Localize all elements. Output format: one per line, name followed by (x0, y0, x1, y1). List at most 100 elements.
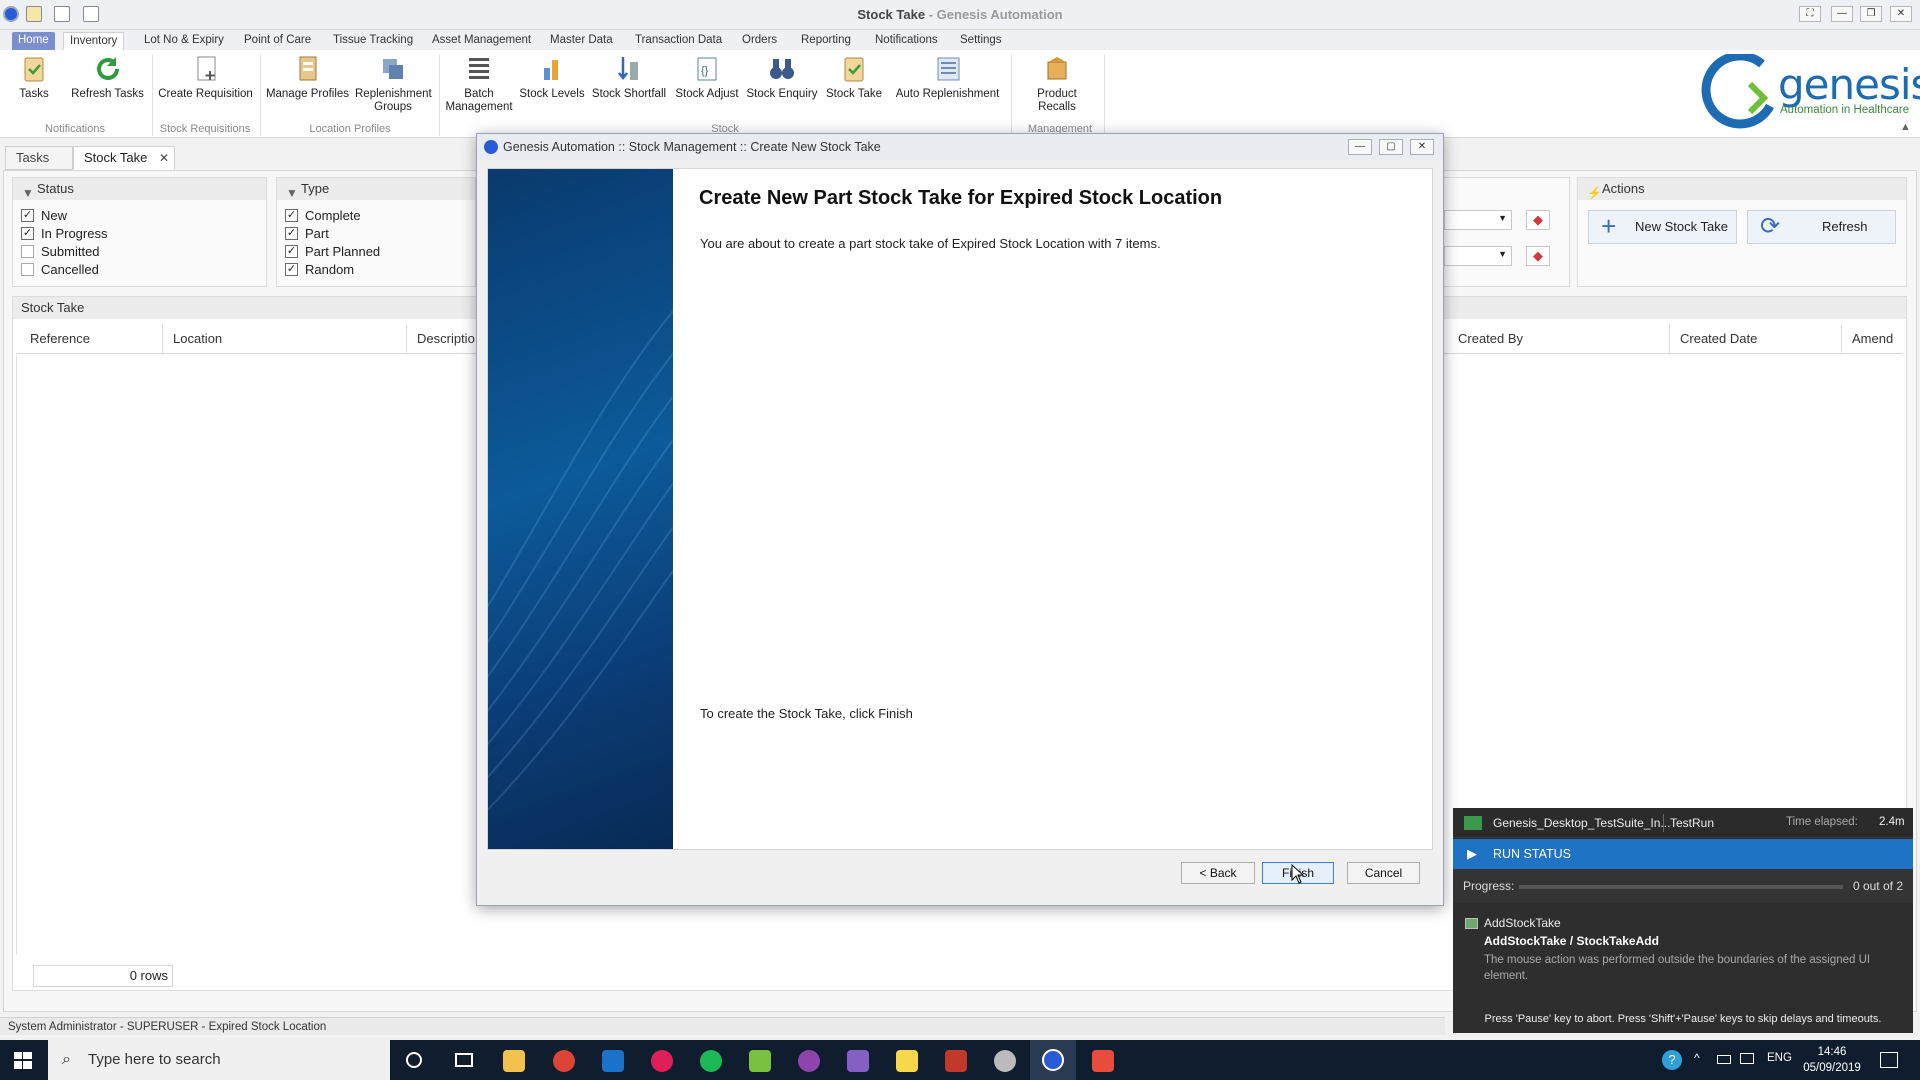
filter-dropdown-1[interactable]: ▼ (1444, 210, 1512, 230)
type-checkbox-random[interactable]: ✓ Random (285, 262, 354, 278)
sticky-notes-icon[interactable] (896, 1050, 918, 1072)
filter-dropdown-2[interactable]: ▼ (1444, 246, 1512, 266)
taskbar-search[interactable]: ⌕ Type here to search (48, 1040, 390, 1080)
manage-profiles-button[interactable]: Manage Profiles (265, 54, 350, 101)
cortana-icon[interactable] (406, 1052, 422, 1068)
tab-asset-management[interactable]: Asset Management (426, 32, 537, 50)
shortfall-icon (614, 54, 644, 84)
task-view-icon[interactable] (455, 1053, 473, 1067)
type-checkbox-complete[interactable]: ✓ Complete (285, 208, 361, 224)
tab-master-data[interactable]: Master Data (544, 32, 619, 50)
create-requisition-button[interactable]: Create Requisition (158, 54, 253, 101)
tray-chevron-icon[interactable]: ^ (1694, 1051, 1700, 1065)
tasks-button[interactable]: Tasks (14, 54, 54, 101)
new-stock-take-button[interactable]: + New Stock Take (1588, 210, 1737, 244)
notifications-icon[interactable] (1880, 1052, 1898, 1068)
stock-take-button[interactable]: Stock Take (824, 54, 884, 101)
type-checkbox-part[interactable]: ✓ Part (285, 226, 329, 242)
test-module-icon (1465, 918, 1478, 929)
tab-inventory[interactable]: Inventory (63, 32, 125, 50)
location-filter-panel (1440, 177, 1570, 287)
close-button[interactable]: ✕ (1890, 6, 1912, 22)
refresh-button[interactable]: ⟳ Refresh (1747, 210, 1896, 244)
product-recalls-button[interactable]: Product Recalls (1018, 54, 1096, 114)
dialog-message: You are about to create a part stock tak… (700, 236, 1161, 251)
restore-button[interactable]: ❐ (1860, 6, 1882, 22)
dialog-minimize-button[interactable]: — (1348, 139, 1372, 155)
kotlin-icon[interactable] (749, 1050, 771, 1072)
tab-transaction-data[interactable]: Transaction Data (629, 32, 728, 50)
ranorex-icon[interactable] (945, 1050, 967, 1072)
auto-replenishment-button[interactable]: Auto Replenishment (895, 54, 1000, 101)
dialog-close-button[interactable]: ✕ (1410, 139, 1434, 155)
chrome-icon[interactable] (553, 1050, 575, 1072)
tab-lot-no-expiry[interactable]: Lot No & Expiry (138, 32, 230, 50)
outlook-icon[interactable] (602, 1050, 624, 1072)
network-icon[interactable] (1740, 1053, 1754, 1064)
ranorex-recorder-icon[interactable] (1092, 1050, 1114, 1072)
language-indicator[interactable]: ENG (1767, 1052, 1792, 1064)
clear-filter-1-eraser-icon[interactable]: ◆ (1526, 210, 1550, 230)
status-checkbox-submitted[interactable]: Submitted (21, 244, 100, 260)
close-tab-icon[interactable]: ✕ (159, 147, 169, 169)
column-location[interactable]: Location (163, 324, 407, 354)
replenishment-groups-icon (378, 54, 408, 84)
status-checkbox-new[interactable]: ✓ New (21, 208, 67, 224)
tab-orders[interactable]: Orders (736, 32, 783, 50)
back-button[interactable]: < Back (1181, 862, 1255, 884)
checkbox-checked-icon: ✓ (285, 245, 298, 258)
column-amend[interactable]: Amend (1842, 324, 1902, 354)
genesis-logo-mark (1701, 54, 1774, 129)
tab-home[interactable]: Home (12, 32, 55, 50)
stock-levels-button[interactable]: Stock Levels (518, 54, 586, 101)
plus-icon: + (1601, 211, 1617, 241)
tab-settings[interactable]: Settings (954, 32, 1008, 50)
taskbar: ⌕ Type here to search ? ^ ENG 14:46 05/09/… (0, 1040, 1920, 1080)
actions-title: Actions (1602, 181, 1645, 196)
clear-filter-2-eraser-icon[interactable]: ◆ (1526, 246, 1550, 266)
tab-stock-take-doc[interactable]: Stock Take ✕ (73, 146, 175, 170)
messaging-icon[interactable] (798, 1050, 820, 1072)
tab-notifications[interactable]: Notifications (869, 32, 944, 50)
dialog-title: Genesis Automation :: Stock Management :… (503, 140, 881, 154)
cloud-app-icon[interactable] (994, 1050, 1016, 1072)
windows-start-icon[interactable] (14, 1052, 32, 1069)
test-suite-name: Genesis_Desktop_TestSuite_In... (1493, 816, 1671, 830)
dialog-maximize-button[interactable]: ▢ (1379, 139, 1403, 155)
genesis-app-taskbar-icon[interactable] (1030, 1040, 1076, 1080)
logo-tagline: Automation in Healthcare (1780, 104, 1910, 116)
fullscreen-button[interactable]: ⛶ (1799, 6, 1821, 22)
logo-name: genesis (1778, 60, 1920, 109)
run-status-bar[interactable]: ▶ RUN STATUS (1453, 839, 1913, 869)
type-checkbox-part-planned[interactable]: ✓ Part Planned (285, 244, 380, 260)
batch-management-button[interactable]: Batch Management (444, 54, 514, 114)
banner-swirl (488, 309, 673, 811)
help-icon[interactable]: ? (1662, 1050, 1682, 1070)
taskbar-clock[interactable]: 14:46 05/09/2019 (1797, 1044, 1867, 1076)
stock-adjust-button[interactable]: {} Stock Adjust (672, 54, 742, 101)
stock-enquiry-button[interactable]: Stock Enquiry (746, 54, 818, 101)
stock-shortfall-button[interactable]: Stock Shortfall (591, 54, 667, 101)
tab-point-of-care[interactable]: Point of Care (238, 32, 317, 50)
column-created-date[interactable]: Created Date (1670, 324, 1842, 354)
cancel-button[interactable]: Cancel (1347, 862, 1420, 884)
create-stock-take-dialog: Genesis Automation :: Stock Management :… (476, 133, 1444, 906)
slack-icon[interactable] (651, 1050, 673, 1072)
tab-tasks-doc[interactable]: Tasks (5, 146, 73, 170)
collapse-ribbon-icon[interactable]: ▲ (1900, 121, 1911, 133)
minimize-button[interactable]: — (1831, 6, 1853, 22)
file-explorer-icon[interactable] (503, 1050, 525, 1072)
dialog-title-bar[interactable]: Genesis Automation :: Stock Management :… (477, 134, 1443, 160)
time-elapsed-value: 2.4m (1879, 816, 1905, 828)
replenishment-groups-button[interactable]: Replenishment Groups (355, 54, 432, 114)
column-created-by[interactable]: Created By (1448, 324, 1670, 354)
stock-take-icon (839, 54, 869, 84)
status-checkbox-in-progress[interactable]: ✓ In Progress (21, 226, 107, 242)
refresh-tasks-button[interactable]: Refresh Tasks (70, 54, 145, 101)
tab-tissue-tracking[interactable]: Tissue Tracking (327, 32, 419, 50)
status-checkbox-cancelled[interactable]: Cancelled (21, 262, 99, 278)
column-reference[interactable]: Reference (20, 324, 163, 354)
tab-reporting[interactable]: Reporting (795, 32, 857, 50)
spotify-icon[interactable] (700, 1050, 722, 1072)
visual-studio-icon[interactable] (847, 1050, 869, 1072)
